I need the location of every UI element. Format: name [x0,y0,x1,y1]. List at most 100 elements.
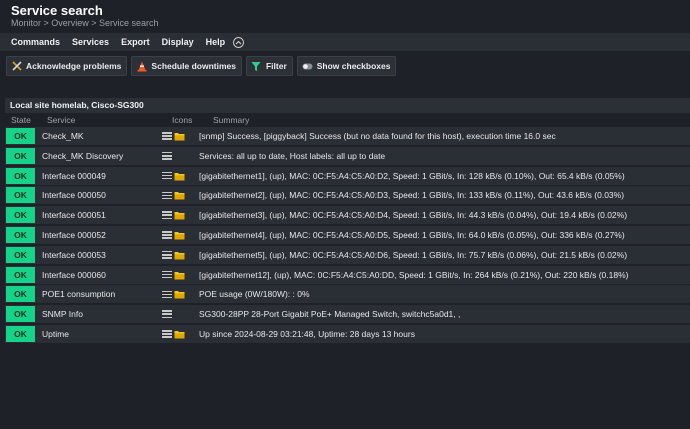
icons-cell [158,190,195,200]
service-name-link[interactable]: Interface 000060 [37,270,158,280]
traffic-cone-icon [136,61,147,72]
table-row: OK SNMP Info SG300-28PP 28-Port Gigabit Po… [5,305,690,324]
table-row: OK Uptime Up since 2024-08-29 03:21:48, Up… [5,324,690,343]
schedule-downtimes-button[interactable]: Schedule downtimes [131,56,242,76]
service-name-link[interactable]: Interface 000051 [37,210,158,220]
summary-cell: [gigabitethernet5], (up), MAC: 0C:F5:A4:… [199,249,628,260]
table-row: OK Check_MK Discovery Services: all up to … [5,146,690,165]
show-checkboxes-label: Show checkboxes [316,61,391,71]
service-name-link[interactable]: Interface 000049 [37,171,158,181]
menu-icon[interactable] [162,310,172,319]
show-checkboxes-button[interactable]: Show checkboxes [296,56,397,76]
icons-cell [158,171,195,181]
table-body: OK Check_MK [snmp] Success, [piggyback] Su… [5,127,690,343]
icons-cell [158,270,195,280]
table-row: OK Interface 000053 [gigabitethernet5], (u… [5,245,690,264]
status-badge: OK [6,246,35,263]
icons-cell [158,131,195,141]
menu-services[interactable]: Services [66,33,115,51]
summary-cell: [gigabitethernet3], (up), MAC: 0C:F5:A4:… [199,210,628,221]
service-table: Local site homelab, Cisco-SG300 State Se… [5,98,690,345]
status-badge: OK [6,286,35,303]
state-cell: OK [5,186,37,204]
collapse-menu-icon[interactable] [233,36,245,48]
state-cell: OK [5,147,37,165]
menu-icon[interactable] [162,132,172,140]
table-header: State Service Icons Summary [5,113,690,127]
state-cell: OK [5,266,37,284]
icons-cell [158,310,195,319]
summary-cell: Up since 2024-08-29 03:21:48, Uptime: 28… [199,328,415,339]
table-row: OK Interface 000051 [gigabitethernet3], (u… [5,206,690,225]
menu-help[interactable]: Help [200,33,232,51]
state-cell: OK [5,167,37,185]
service-name-link[interactable]: SNMP Info [37,309,158,319]
status-badge: OK [6,147,35,164]
service-name-link[interactable]: Interface 000052 [37,230,158,240]
status-badge: OK [6,167,35,184]
menu-icon[interactable] [162,171,172,180]
summary-cell: SG300-28PP 28-Port Gigabit PoE+ Managed … [199,309,461,320]
table-row: OK Interface 000052 [gigabitethernet4], (u… [5,225,690,244]
icons-cell [158,230,195,240]
service-name-link[interactable]: POE1 consumption [37,289,158,299]
folder-icon[interactable] [174,230,185,240]
filter-button[interactable]: Filter [245,56,293,76]
service-name-link[interactable]: Check_MK [37,131,158,141]
summary-cell: [snmp] Success, [piggyback] Success (but… [199,131,556,141]
icons-cell [158,151,195,160]
summary-cell: [gigabitethernet2], (up), MAC: 0C:F5:A4:… [199,190,625,201]
menu-icon[interactable] [162,231,172,239]
service-name-link[interactable]: Interface 000053 [37,250,158,260]
column-summary[interactable]: Summary [209,115,690,125]
column-service[interactable]: Service [43,115,168,125]
status-badge: OK [6,207,35,224]
status-badge: OK [6,226,35,243]
folder-icon[interactable] [174,190,185,200]
breadcrumb: Monitor > Overview > Service search [11,18,159,28]
folder-icon[interactable] [174,250,185,260]
folder-icon[interactable] [174,210,185,220]
column-state[interactable]: State [5,115,43,125]
menu-icon[interactable] [162,211,172,220]
filter-label: Filter [265,61,287,71]
icons-cell [158,210,195,220]
menu-icon[interactable] [162,290,172,299]
menu-bar: Commands Services Export Display Help [0,33,690,51]
state-cell: OK [5,206,37,224]
icons-cell [158,329,195,339]
state-cell: OK [5,325,37,343]
menu-icon[interactable] [162,191,172,200]
state-cell: OK [5,226,37,244]
menu-icon[interactable] [162,270,172,279]
folder-icon[interactable] [174,289,185,299]
summary-cell: [gigabitethernet4], (up), MAC: 0C:F5:A4:… [199,229,625,240]
column-icons[interactable]: Icons [168,115,209,125]
menu-export[interactable]: Export [115,33,156,51]
acknowledge-problems-button[interactable]: Acknowledge problems [6,56,128,76]
menu-icon[interactable] [162,330,172,338]
service-name-link[interactable]: Interface 000050 [37,190,158,200]
folder-icon[interactable] [174,270,185,280]
folder-icon[interactable] [174,171,185,181]
status-badge: OK [6,306,35,323]
filter-icon [251,61,262,72]
toggle-icon [302,61,313,72]
site-header: Local site homelab, Cisco-SG300 [5,98,690,113]
menu-icon[interactable] [162,250,172,259]
page-header: Service search Monitor > Overview > Serv… [0,0,690,33]
menu-display[interactable]: Display [156,33,200,51]
table-row: OK Interface 000050 [gigabitethernet2], (u… [5,186,690,205]
table-row: OK Check_MK [snmp] Success, [piggyback] Su… [5,127,690,145]
menu-icon[interactable] [162,151,172,160]
menu-commands[interactable]: Commands [0,33,66,51]
folder-icon[interactable] [174,329,185,339]
service-name-link[interactable]: Check_MK Discovery [37,151,158,161]
summary-cell: [gigabitethernet12], (up), MAC: 0C:F5:A4… [199,269,629,280]
folder-icon[interactable] [174,131,185,141]
table-row: OK Interface 000060 [gigabitethernet12], (… [5,265,690,284]
status-badge: OK [6,266,35,283]
service-name-link[interactable]: Uptime [37,329,158,339]
page-title: Service search [11,3,103,18]
acknowledge-icon [11,61,22,72]
